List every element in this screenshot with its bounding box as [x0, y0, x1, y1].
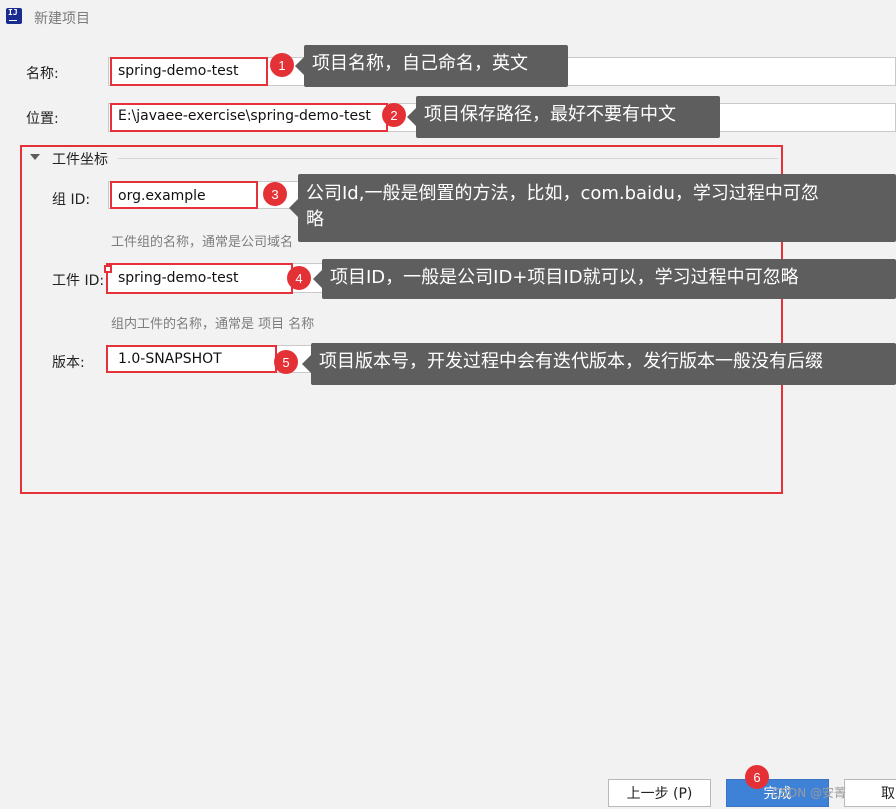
name-input[interactable]: spring-demo-test — [118, 63, 266, 79]
location-label: 位置: — [26, 111, 59, 127]
annotation-badge-4: 4 — [287, 266, 311, 290]
annotation-tip-3: 公司Id,一般是倒置的方法，比如，com.baidu，学习过程中可忽 略 — [289, 174, 896, 242]
annotation-tip-2: 项目保存路径，最好不要有中文 — [407, 96, 720, 138]
annotation-tip-5: 项目版本号，开发过程中会有迭代版本，发行版本一般没有后缀 — [302, 343, 896, 385]
annotation-tip-3-line2: 略 — [306, 209, 324, 230]
window-title: 新建项目 — [34, 11, 90, 27]
group-id-hint: 工件组的名称，通常是公司域名 — [111, 235, 294, 250]
version-input[interactable]: 1.0-SNAPSHOT — [118, 351, 273, 367]
location-input[interactable]: E:\javaee-exercise\spring-demo-test — [118, 108, 384, 124]
artifact-id-input[interactable]: spring-demo-test — [118, 270, 288, 286]
annotation-badge-1: 1 — [270, 53, 294, 77]
watermark: CSDN @安菁 — [772, 786, 847, 800]
annotation-badge-5: 5 — [274, 350, 298, 374]
annotation-badge-3: 3 — [263, 182, 287, 206]
name-label: 名称: — [26, 66, 59, 82]
previous-button[interactable]: 上一步 (P) — [608, 779, 711, 807]
annotation-tip-1: 项目名称，自己命名，英文 — [295, 45, 568, 87]
artifact-id-hint: 组内工件的名称，通常是 项目 名称 — [111, 317, 315, 332]
annotation-badge-6: 6 — [745, 765, 769, 789]
annotation-tip-4: 项目ID，一般是公司ID+项目ID就可以，学习过程中可忽略 — [313, 259, 896, 299]
group-id-label: 组 ID: — [52, 192, 91, 208]
app-logo-icon — [6, 8, 22, 24]
annotation-badge-2: 2 — [382, 103, 406, 127]
version-label: 版本: — [52, 355, 85, 371]
artifact-id-marker — [104, 265, 112, 273]
group-id-input[interactable]: org.example — [118, 188, 256, 204]
cancel-button[interactable]: 取 — [844, 779, 896, 807]
annotation-tip-3-line1: 公司Id,一般是倒置的方法，比如，com.baidu，学习过程中可忽 — [306, 183, 819, 204]
artifact-id-label: 工件 ID: — [52, 273, 105, 289]
